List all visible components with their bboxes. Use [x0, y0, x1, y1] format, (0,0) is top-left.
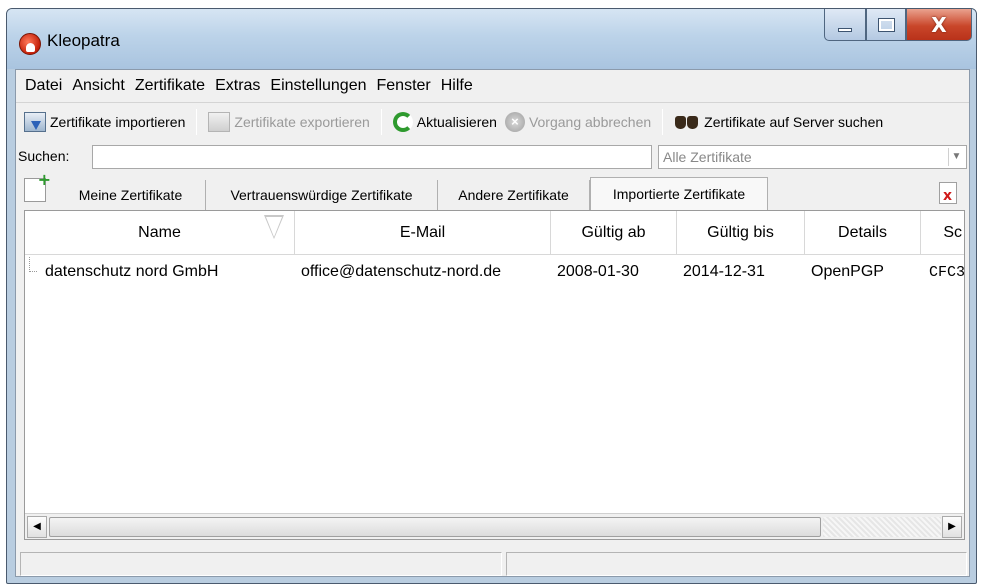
- binoculars-icon: [674, 112, 700, 132]
- tab-vertrauenswuerdige-zertifikate[interactable]: Vertrauenswürdige Zertifikate: [206, 180, 438, 210]
- toolbar-separator: [196, 108, 198, 135]
- cell-fingerprint: CFC38: [929, 263, 965, 281]
- search-label: Suchen:: [18, 148, 70, 164]
- export-label: Zertifikate exportieren: [234, 113, 370, 130]
- close-icon: X: [931, 12, 947, 37]
- menu-zertifikate[interactable]: Zertifikate: [130, 77, 210, 95]
- refresh-label: Aktualisieren: [416, 113, 497, 130]
- refresh-button[interactable]: Aktualisieren: [389, 107, 501, 137]
- tree-connector: [29, 257, 37, 272]
- import-certificates-button[interactable]: Zertifikate importieren: [20, 107, 189, 137]
- menu-hilfe[interactable]: Hilfe: [436, 77, 478, 95]
- tab-meine-zertifikate[interactable]: Meine Zertifikate: [56, 180, 206, 210]
- search-input[interactable]: [92, 145, 652, 169]
- tab-label: Importierte Zertifikate: [612, 186, 746, 202]
- column-header-valid-from[interactable]: Gültig ab: [551, 211, 677, 255]
- certificate-filter-dropdown[interactable]: Alle Zertifikate ▼: [658, 145, 967, 169]
- cancel-icon: ×: [504, 111, 525, 132]
- menu-datei[interactable]: Datei: [20, 77, 67, 95]
- scroll-right-icon[interactable]: ▶: [942, 516, 962, 538]
- certificate-table: Name E-Mail Gültig ab Gültig bis Details…: [24, 210, 965, 540]
- status-bar: [16, 548, 969, 578]
- minimize-icon: [838, 27, 852, 32]
- tab-importierte-zertifikate[interactable]: Importierte Zertifikate: [590, 177, 768, 210]
- menu-fenster[interactable]: Fenster: [372, 77, 436, 95]
- toolbar: Zertifikate importieren Zertifikate expo…: [16, 102, 969, 140]
- new-tab-icon[interactable]: [24, 170, 51, 202]
- window-title: Kleopatra: [47, 31, 120, 50]
- chevron-down-icon[interactable]: ▼: [948, 148, 964, 166]
- column-header-valid-until[interactable]: Gültig bis: [677, 211, 805, 255]
- column-header-email[interactable]: E-Mail: [295, 211, 551, 255]
- close-tab-icon[interactable]: [939, 182, 957, 204]
- export-icon: [208, 111, 231, 132]
- cancel-label: Vorgang abbrechen: [528, 113, 652, 130]
- status-pane-right: [506, 552, 967, 576]
- tab-label: Andere Zertifikate: [458, 187, 569, 203]
- tab-label: Meine Zertifikate: [78, 187, 183, 203]
- column-header-sc[interactable]: Sc: [921, 211, 964, 255]
- import-icon: [24, 111, 46, 132]
- table-row[interactable]: datenschutz nord GmbH office@datenschutz…: [25, 257, 964, 287]
- search-server-button[interactable]: Zertifikate auf Server suchen: [670, 107, 887, 137]
- tab-andere-zertifikate[interactable]: Andere Zertifikate: [438, 180, 590, 210]
- table-header: Name E-Mail Gültig ab Gültig bis Details…: [25, 211, 964, 255]
- column-header-details[interactable]: Details: [805, 211, 921, 255]
- kleopatra-window: Kleopatra X Datei Ansicht Zertifikate Ex…: [6, 8, 977, 584]
- title-bar[interactable]: Kleopatra X: [7, 9, 976, 69]
- horizontal-scrollbar[interactable]: ◀ ▶: [25, 513, 964, 539]
- column-header-name[interactable]: Name: [25, 211, 295, 255]
- close-button[interactable]: X: [906, 9, 972, 41]
- scrollbar-thumb[interactable]: [49, 517, 821, 537]
- tab-bar: Meine Zertifikate Vertrauenswürdige Zert…: [16, 170, 969, 210]
- export-certificates-button[interactable]: Zertifikate exportieren: [204, 107, 373, 137]
- filter-selected-value: Alle Zertifikate: [663, 149, 752, 165]
- maximize-icon: [877, 17, 895, 32]
- scroll-left-icon[interactable]: ◀: [27, 516, 47, 538]
- toolbar-separator: [380, 108, 382, 135]
- menu-bar: Datei Ansicht Zertifikate Extras Einstel…: [16, 70, 969, 102]
- kleopatra-app-icon: [19, 33, 41, 55]
- sort-indicator-icon: [264, 215, 284, 239]
- cell-name: datenschutz nord GmbH: [45, 263, 219, 280]
- import-label: Zertifikate importieren: [50, 113, 186, 130]
- search-row: Suchen: Alle Zertifikate ▼: [16, 142, 969, 172]
- cell-details: OpenPGP: [811, 263, 884, 280]
- cell-valid-from: 2008-01-30: [557, 263, 639, 280]
- toolbar-separator: [662, 108, 664, 135]
- main-client-area: Datei Ansicht Zertifikate Extras Einstel…: [15, 69, 970, 577]
- tab-label: Vertrauenswürdige Zertifikate: [230, 187, 413, 203]
- menu-extras[interactable]: Extras: [210, 77, 265, 95]
- cell-valid-until: 2014-12-31: [683, 263, 765, 280]
- refresh-icon: [392, 111, 413, 132]
- menu-ansicht[interactable]: Ansicht: [67, 77, 129, 95]
- maximize-button[interactable]: [866, 9, 906, 41]
- cell-email: office@datenschutz-nord.de: [301, 263, 502, 280]
- menu-einstellungen[interactable]: Einstellungen: [265, 77, 371, 95]
- status-pane-left: [20, 552, 502, 576]
- minimize-button[interactable]: [824, 9, 866, 41]
- cancel-operation-button[interactable]: × Vorgang abbrechen: [501, 107, 655, 137]
- search-server-label: Zertifikate auf Server suchen: [704, 113, 884, 130]
- scrollbar-track[interactable]: [823, 517, 941, 537]
